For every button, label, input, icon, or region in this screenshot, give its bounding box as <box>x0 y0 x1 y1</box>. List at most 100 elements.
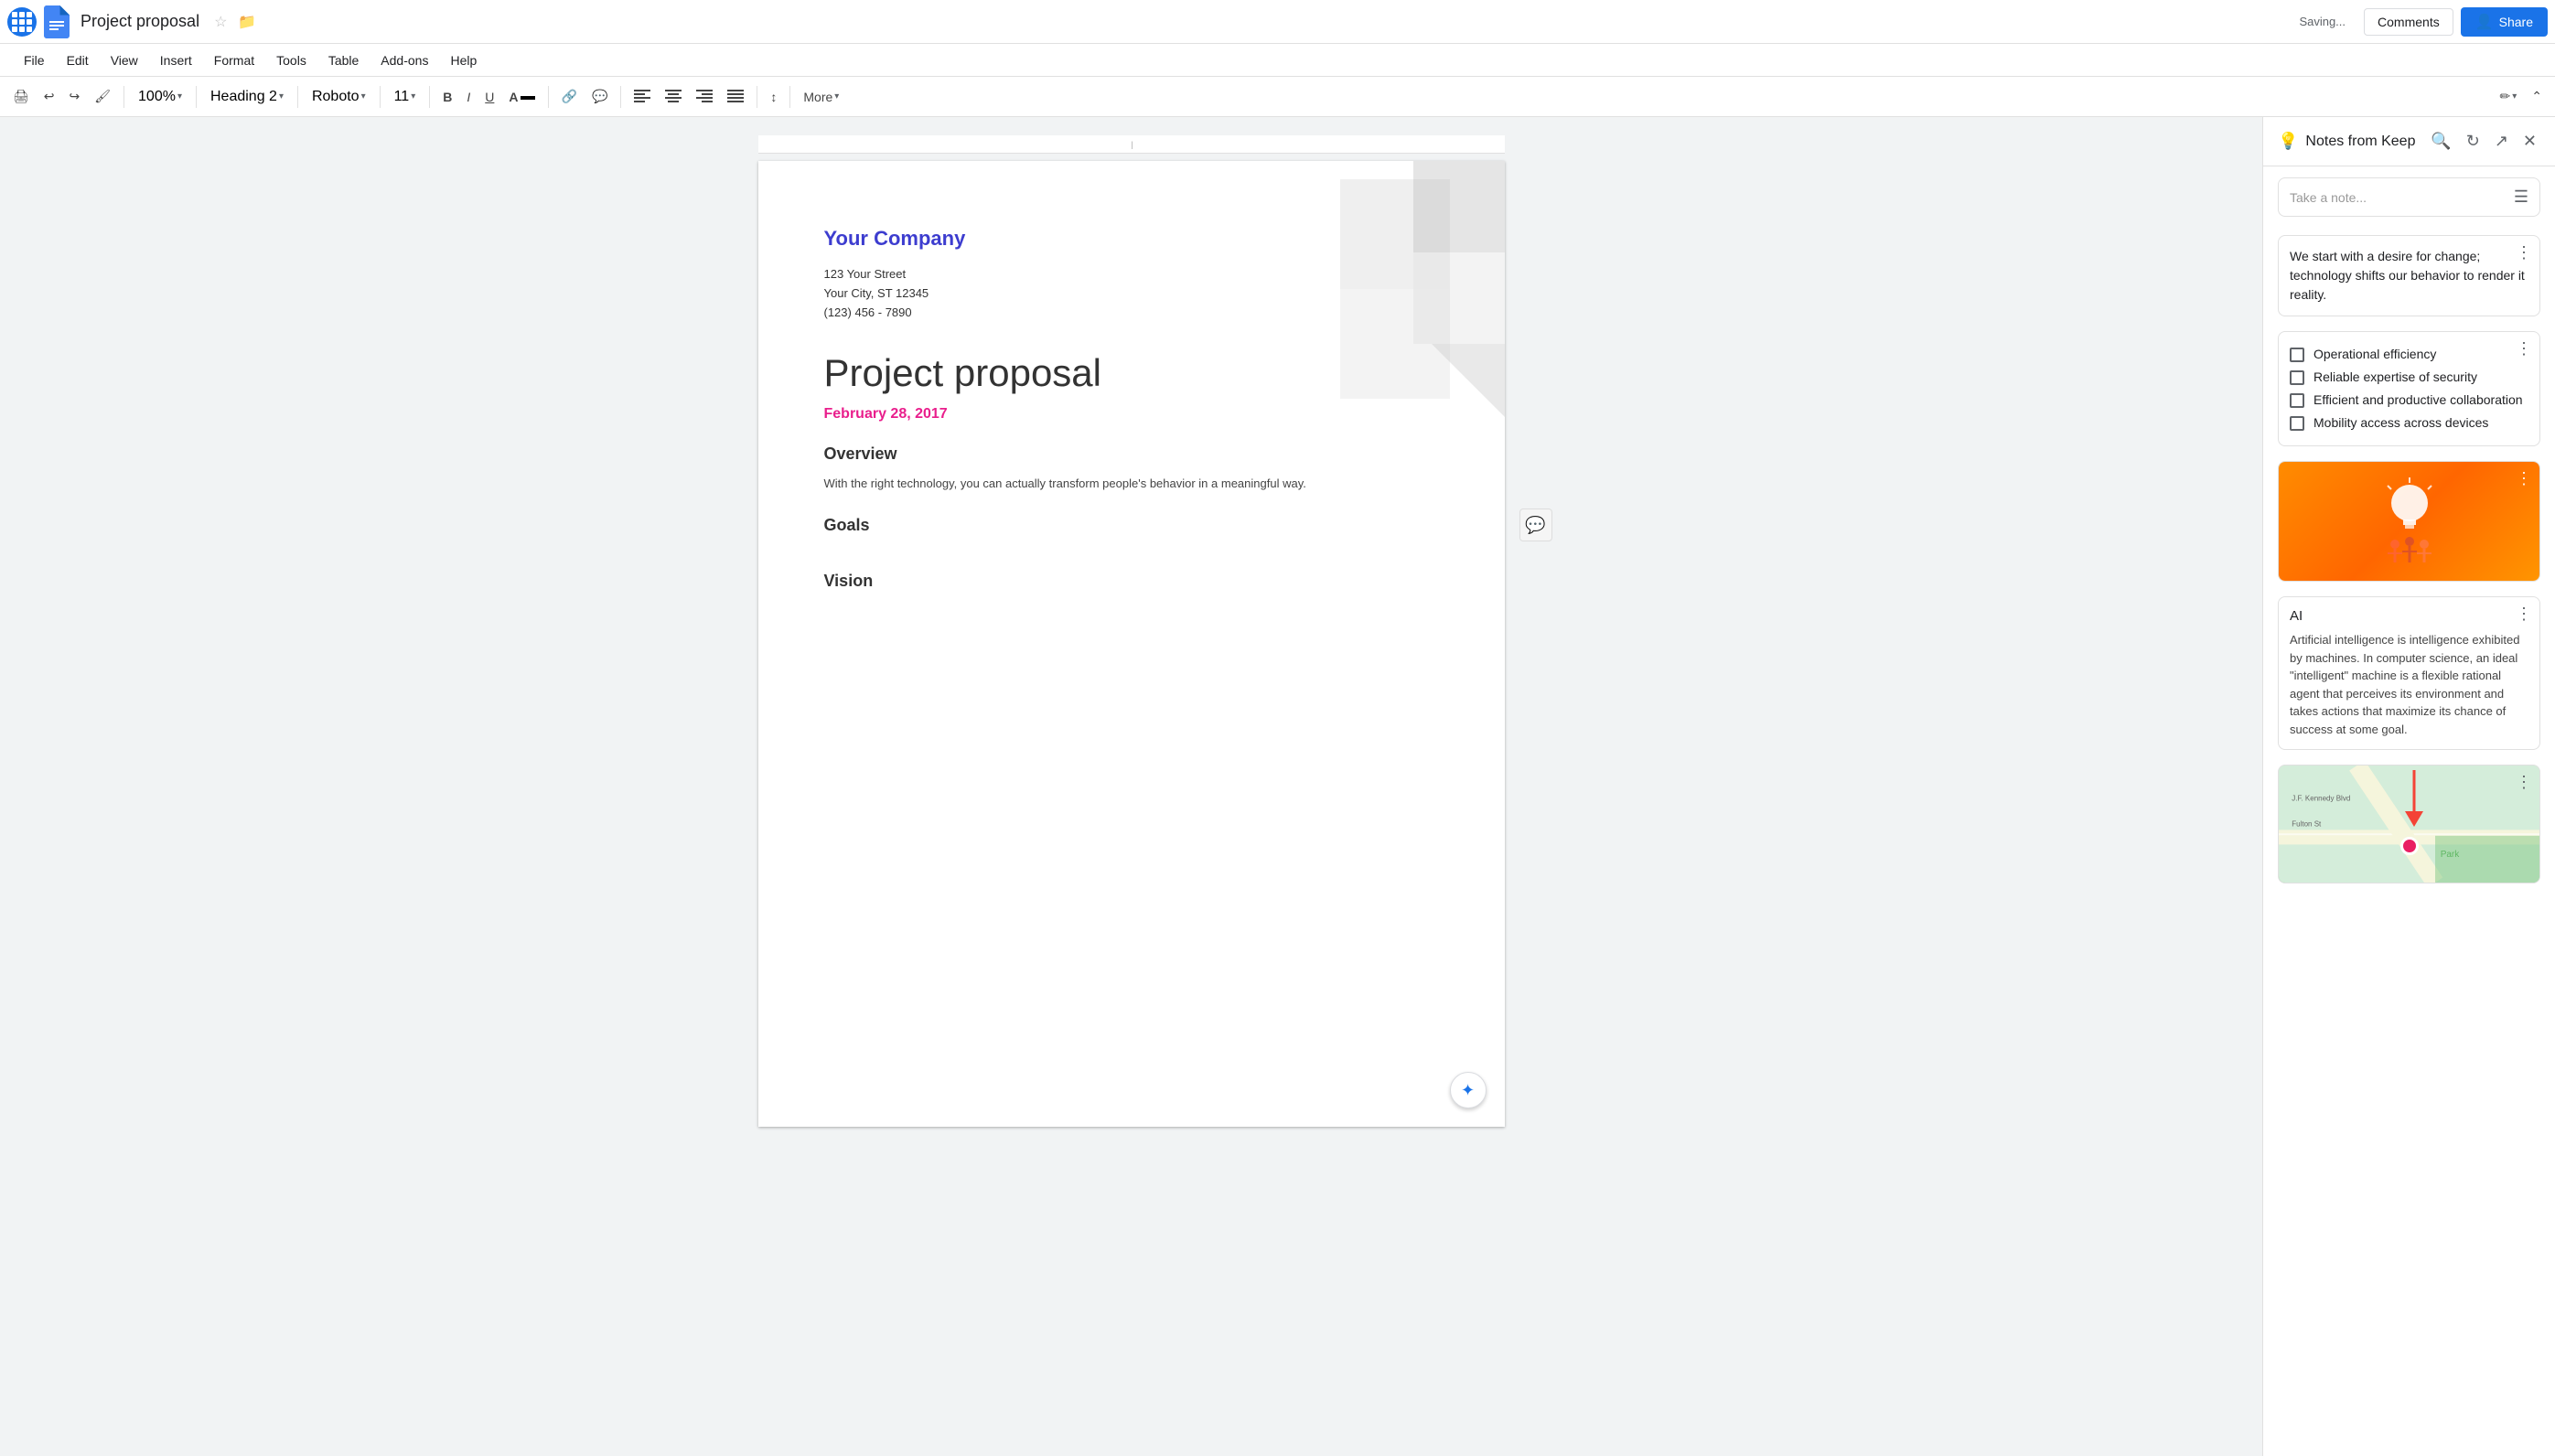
align-justify-button[interactable] <box>722 86 749 108</box>
align-justify-icon <box>727 90 744 104</box>
comment-icon: 💬 <box>1525 516 1545 535</box>
document-page: Your Company 123 Your Street Your City, … <box>758 161 1505 1127</box>
document-title[interactable]: Project proposal <box>81 12 199 31</box>
menu-edit[interactable]: Edit <box>58 49 98 71</box>
checkbox-3[interactable] <box>2290 393 2304 408</box>
italic-button[interactable]: I <box>461 86 476 108</box>
insert-comment-button[interactable]: 💬 <box>586 85 613 108</box>
align-right-button[interactable] <box>691 86 718 108</box>
overview-text[interactable]: With the right technology, you can actua… <box>824 475 1439 494</box>
formatting-toolbar: 🖨 ↩ ↪ 🖌 100% ▾ Heading 2 ▾ Roboto ▾ 11 ▾… <box>0 77 2555 117</box>
keep-note-card-1: We start with a desire for change; techn… <box>2278 235 2540 316</box>
keep-refresh-button[interactable]: ↻ <box>2463 128 2484 155</box>
bold-button[interactable]: B <box>437 86 457 108</box>
vision-heading[interactable]: Vision <box>824 572 1439 591</box>
separator-9 <box>789 86 790 108</box>
align-center-button[interactable] <box>660 86 687 108</box>
svg-text:Park: Park <box>2441 850 2461 860</box>
share-people-icon: 👤 <box>2475 13 2494 31</box>
menu-view[interactable]: View <box>102 49 147 71</box>
star-button[interactable]: ☆ <box>214 13 227 31</box>
keep-sidebar: 💡 Notes from Keep 🔍 ↻ ↗ ✕ Take a note...… <box>2262 117 2555 1456</box>
checklist-label-3: Efficient and productive collaboration <box>2313 392 2523 407</box>
keep-sidebar-header: 💡 Notes from Keep 🔍 ↻ ↗ ✕ <box>2263 117 2555 166</box>
zoom-selector[interactable]: 100% ▾ <box>132 86 188 108</box>
menu-addons[interactable]: Add-ons <box>371 49 437 71</box>
more-button[interactable]: More ▾ <box>798 86 844 108</box>
keep-ai-text: Artificial intelligence is intelligence … <box>2290 631 2528 738</box>
keep-note-1-more-button[interactable]: ⋮ <box>2516 243 2532 262</box>
menu-file[interactable]: File <box>15 49 54 71</box>
keep-ai-title: AI <box>2290 608 2528 624</box>
paint-format-button[interactable]: 🖌 <box>89 85 116 108</box>
menu-insert[interactable]: Insert <box>151 49 201 71</box>
editing-chevron-icon: ▾ <box>2512 91 2517 102</box>
menu-format[interactable]: Format <box>205 49 263 71</box>
inline-comment-button[interactable]: 💬 <box>1519 509 1552 541</box>
smart-compose-button[interactable]: ✦ <box>1450 1072 1487 1108</box>
keep-bulb-icon: 💡 <box>2278 132 2298 151</box>
link-button[interactable]: 🔗 <box>556 85 583 108</box>
deco-triangle <box>1432 344 1505 417</box>
comments-button[interactable]: Comments <box>2364 8 2453 36</box>
keep-map-more-button[interactable]: ⋮ <box>2516 773 2532 792</box>
keep-open-button[interactable]: ↗ <box>2491 128 2512 155</box>
editing-mode-button[interactable]: ✏ ▾ <box>2495 85 2523 108</box>
checklist-label-1: Operational efficiency <box>2313 347 2436 361</box>
keep-map-area: Park Fulton St J.F. Kennedy Blvd ⋮ <box>2279 765 2539 883</box>
menu-table[interactable]: Table <box>319 49 368 71</box>
page-decoration <box>1322 161 1505 435</box>
font-selector[interactable]: Roboto ▾ <box>306 86 372 108</box>
menu-bar: // Will render menu items after DOM read… <box>0 44 2555 77</box>
separator-1 <box>123 86 124 108</box>
checkbox-2[interactable] <box>2290 370 2304 385</box>
overview-heading[interactable]: Overview <box>824 444 1439 464</box>
style-selector[interactable]: Heading 2 ▾ <box>204 86 290 108</box>
share-button[interactable]: 👤 Share <box>2461 7 2548 37</box>
folder-button[interactable]: 📁 <box>238 13 256 31</box>
separator-4 <box>380 86 381 108</box>
checklist-item-2: Reliable expertise of security <box>2290 366 2528 389</box>
keep-note-input[interactable]: Take a note... ☰ <box>2278 177 2540 217</box>
keep-ai-more-button[interactable]: ⋮ <box>2516 605 2532 624</box>
keep-image-illustration <box>2373 476 2446 567</box>
menu-help[interactable]: Help <box>441 49 486 71</box>
keep-image-card: ⋮ <box>2278 461 2540 582</box>
separator-6 <box>548 86 549 108</box>
menu-tools[interactable]: Tools <box>267 49 316 71</box>
align-left-button[interactable] <box>628 86 656 108</box>
apps-menu-button[interactable] <box>7 7 37 37</box>
keep-ai-card: AI Artificial intelligence is intelligen… <box>2278 596 2540 750</box>
checkbox-1[interactable] <box>2290 348 2304 362</box>
font-size-selector[interactable]: 11 ▾ <box>388 86 423 108</box>
image-icons <box>2373 476 2446 567</box>
map-pin <box>2400 837 2419 855</box>
collapse-toolbar-button[interactable]: ⌃ <box>2526 85 2548 108</box>
saving-status: Saving... <box>2299 15 2346 28</box>
keep-close-button[interactable]: ✕ <box>2519 128 2540 155</box>
checkbox-4[interactable] <box>2290 416 2304 431</box>
print-button[interactable]: 🖨 <box>7 85 35 108</box>
map-pin-circle <box>2400 837 2419 855</box>
line-spacing-button[interactable]: ↕ <box>765 86 782 108</box>
keep-image-more-button[interactable]: ⋮ <box>2516 469 2532 488</box>
keep-note-1-text: We start with a desire for change; techn… <box>2290 247 2528 305</box>
underline-button[interactable]: U <box>479 86 499 108</box>
goals-heading[interactable]: Goals <box>824 516 1439 535</box>
text-color-indicator <box>521 96 535 100</box>
separator-3 <box>297 86 298 108</box>
ruler: | <box>758 135 1505 154</box>
keep-search-button[interactable]: 🔍 <box>2427 128 2454 155</box>
checklist-item-1: Operational efficiency <box>2290 343 2528 366</box>
undo-button[interactable]: ↩ <box>38 85 60 108</box>
font-size-chevron-icon: ▾ <box>411 91 415 102</box>
zoom-chevron-icon: ▾ <box>177 91 182 102</box>
separator-7 <box>620 86 621 108</box>
top-bar: Project proposal ☆ 📁 Saving... Comments … <box>0 0 2555 44</box>
more-chevron-icon: ▾ <box>834 91 839 102</box>
text-color-button[interactable]: A <box>503 86 540 108</box>
redo-button[interactable]: ↪ <box>64 85 86 108</box>
keep-checklist-more-button[interactable]: ⋮ <box>2516 339 2532 359</box>
font-chevron-icon: ▾ <box>361 91 366 102</box>
checklist-item-3: Efficient and productive collaboration <box>2290 389 2528 412</box>
